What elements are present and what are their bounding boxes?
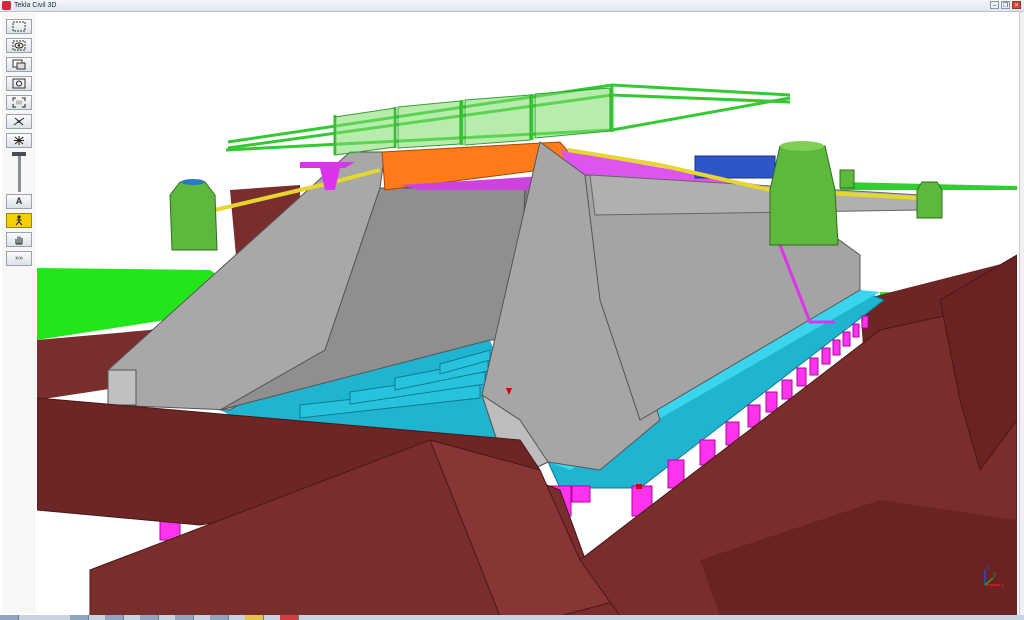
view-select-icon[interactable] bbox=[6, 57, 32, 72]
axis-z-label: z bbox=[987, 565, 990, 571]
taskbar-item[interactable] bbox=[70, 615, 89, 620]
minimize-button[interactable]: – bbox=[990, 1, 999, 9]
taskbar-item[interactable] bbox=[175, 615, 194, 620]
taskbar-item[interactable] bbox=[140, 615, 159, 620]
marker-red-small bbox=[636, 484, 642, 489]
window-titlebar: Tekla Civil 3D – ❐ × bbox=[0, 0, 1024, 12]
taskbar-item[interactable] bbox=[280, 615, 299, 620]
taskbar-item[interactable] bbox=[0, 615, 19, 620]
green-post-small bbox=[839, 169, 855, 189]
axis-x-label: x bbox=[1001, 584, 1004, 590]
view-toolbar: A »» bbox=[2, 13, 36, 613]
wing-wall-left-edge bbox=[107, 369, 137, 406]
taskbar-item[interactable] bbox=[105, 615, 124, 620]
app-logo-icon bbox=[2, 1, 11, 10]
close-button[interactable]: × bbox=[1012, 1, 1021, 9]
green-column-left bbox=[169, 179, 218, 251]
window-title: Tekla Civil 3D bbox=[14, 2, 57, 9]
more-tools-button[interactable]: »» bbox=[6, 251, 32, 266]
green-column-right bbox=[769, 141, 839, 246]
model-viewport[interactable]: x y z bbox=[37, 12, 1017, 616]
explode-icon[interactable] bbox=[6, 133, 32, 148]
green-column-far-right bbox=[916, 181, 943, 219]
pan-person-icon[interactable] bbox=[6, 213, 32, 228]
right-panel-edge bbox=[1019, 12, 1024, 616]
restore-button[interactable]: ❐ bbox=[1001, 1, 1010, 9]
bridge-model-3d: x y z bbox=[37, 12, 1017, 616]
text-tool[interactable]: A bbox=[6, 194, 32, 209]
zoom-slider-knob[interactable] bbox=[12, 152, 26, 156]
hand-pan-icon[interactable] bbox=[6, 232, 32, 247]
select-rectangle-icon[interactable] bbox=[6, 19, 32, 34]
zoom-rotate-icon[interactable] bbox=[6, 76, 32, 91]
taskbar-item[interactable] bbox=[210, 615, 229, 620]
taskbar-item[interactable] bbox=[245, 615, 264, 620]
clip-plane-icon[interactable] bbox=[6, 114, 32, 129]
fit-all-icon[interactable] bbox=[6, 95, 32, 110]
view-eye-icon[interactable] bbox=[6, 38, 32, 53]
zoom-slider-track[interactable] bbox=[18, 154, 21, 192]
axis-y-label: y bbox=[993, 572, 996, 578]
